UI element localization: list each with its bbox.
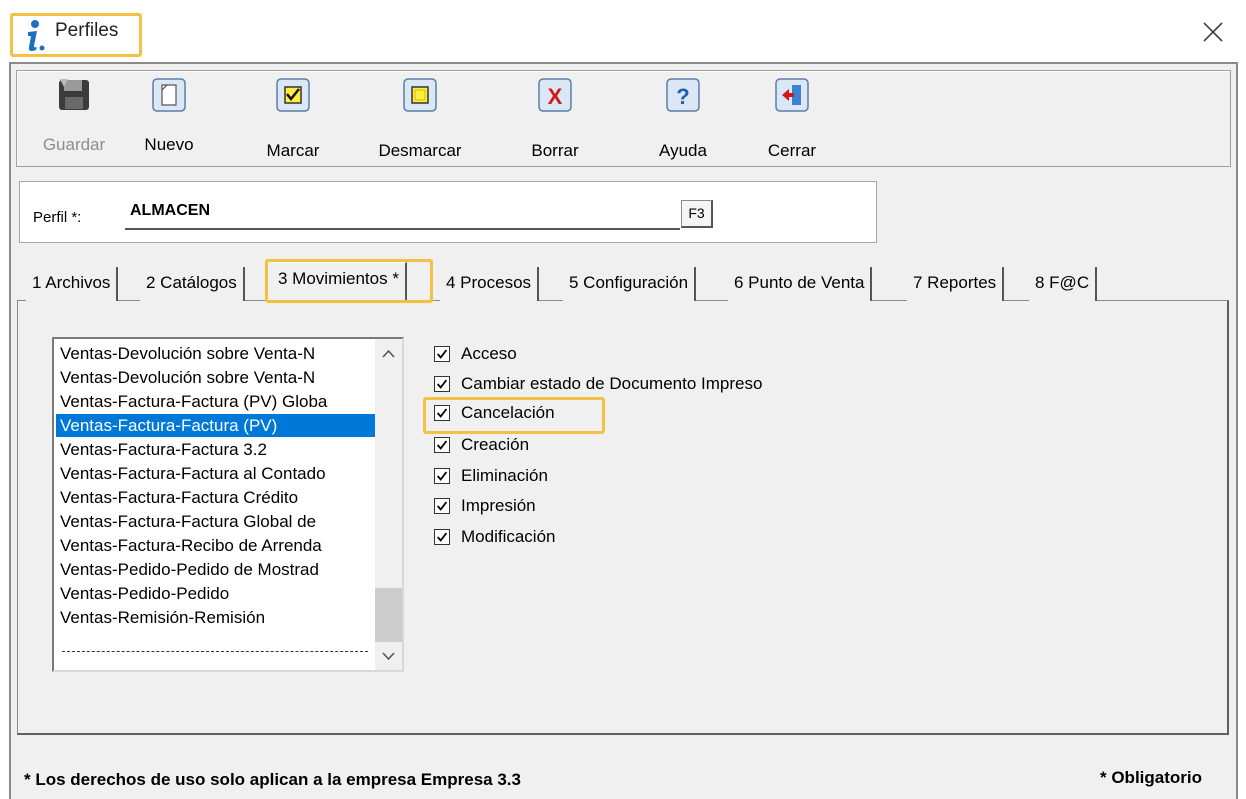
- desmarcar-button[interactable]: Desmarcar: [365, 71, 475, 166]
- uncheck-icon: [403, 78, 437, 112]
- list-item[interactable]: Ventas-Devolución sobre Venta-N: [60, 342, 376, 365]
- active-tab-highlight: [265, 259, 433, 303]
- list-separator: [62, 651, 368, 652]
- svg-text:X: X: [548, 84, 563, 109]
- app-info-icon: [28, 20, 45, 51]
- chevron-up-icon[interactable]: [375, 339, 402, 367]
- checkbox-checked-icon: [434, 529, 450, 545]
- marcar-button[interactable]: Marcar: [257, 71, 329, 166]
- list-item[interactable]: Ventas-Factura-Factura (PV) Globa: [60, 390, 376, 413]
- checkbox-checked-icon: [434, 468, 450, 484]
- checkbox-checked-icon: [434, 376, 450, 392]
- delete-x-icon: X: [538, 78, 572, 112]
- toolbar: Guardar Nuevo Marcar Desmarcar X Borrar: [16, 70, 1231, 167]
- list-item[interactable]: Ventas-Pedido-Pedido de Mostrad: [60, 558, 376, 581]
- svg-text:?: ?: [676, 84, 689, 109]
- checkbox-label: Modificación: [461, 527, 556, 546]
- chevron-down-icon[interactable]: [375, 642, 402, 670]
- borrar-button[interactable]: X Borrar: [522, 71, 588, 166]
- list-item[interactable]: Ventas-Factura-Recibo de Arrenda: [60, 534, 376, 557]
- borrar-label: Borrar: [531, 141, 579, 160]
- marcar-label: Marcar: [266, 141, 320, 160]
- checkbox-checked-icon: [434, 437, 450, 453]
- exit-door-icon: [775, 78, 809, 112]
- nuevo-button[interactable]: Nuevo: [135, 71, 203, 166]
- checkbox-label: Acceso: [461, 344, 517, 363]
- list-item[interactable]: Ventas-Factura-Factura Global de: [60, 510, 376, 533]
- checkbox-checked-icon: [434, 346, 450, 362]
- save-disk-icon: [59, 79, 89, 110]
- tab-reportes[interactable]: 7 Reportes: [907, 267, 1005, 301]
- perfil-input[interactable]: ALMACEN: [125, 200, 680, 230]
- perfil-lookup-button[interactable]: F3: [681, 200, 713, 228]
- list-item[interactable]: Ventas-Pedido-Pedido: [60, 582, 376, 605]
- help-question-icon: ?: [666, 78, 700, 112]
- ayuda-button[interactable]: ? Ayuda: [646, 71, 720, 166]
- checkbox-label: Impresión: [461, 496, 536, 515]
- list-item[interactable]: Ventas-Remisión-Remisión: [60, 606, 376, 629]
- check-mark-icon: [276, 78, 310, 112]
- new-document-icon: [152, 78, 186, 112]
- tab-catalogos[interactable]: 2 Catálogos: [140, 267, 245, 301]
- cerrar-button[interactable]: Cerrar: [756, 71, 828, 166]
- tab-fac[interactable]: 8 F@C: [1029, 267, 1098, 301]
- list-scrollbar[interactable]: [375, 339, 402, 670]
- list-item[interactable]: Ventas-Factura-Factura 3.2: [60, 438, 376, 461]
- list-item[interactable]: Ventas-Factura-Factura al Contado: [60, 462, 376, 485]
- list-item[interactable]: Ventas-Factura-Factura Crédito: [60, 486, 376, 509]
- guardar-label: Guardar: [42, 135, 106, 154]
- checkbox-label: Eliminación: [461, 466, 548, 485]
- nuevo-label: Nuevo: [144, 135, 194, 154]
- window-title: Perfiles: [55, 20, 119, 41]
- cerrar-label: Cerrar: [767, 141, 817, 160]
- checkbox-label: Cambiar estado de Documento Impreso: [461, 374, 763, 393]
- title-bar: [0, 0, 1246, 62]
- checkbox-label: Creación: [461, 435, 530, 454]
- tab-procesos[interactable]: 4 Procesos: [440, 267, 540, 301]
- tab-punto-de-venta[interactable]: 6 Punto de Venta: [728, 267, 873, 301]
- checkbox-checked-icon: [434, 498, 450, 514]
- ayuda-label: Ayuda: [659, 141, 707, 160]
- footer-note: * Los derechos de uso solo aplican a la …: [24, 770, 521, 789]
- desmarcar-label: Desmarcar: [378, 141, 462, 160]
- close-icon[interactable]: [1194, 13, 1232, 51]
- list-item[interactable]: Ventas-Devolución sobre Venta-N: [60, 366, 376, 389]
- tab-archivos[interactable]: 1 Archivos: [26, 267, 119, 301]
- perfil-label: Perfil *:: [33, 209, 82, 226]
- cancelacion-highlight: [423, 397, 605, 434]
- list-item-selected[interactable]: Ventas-Factura-Factura (PV): [56, 414, 376, 437]
- required-note: * Obligatorio: [1100, 768, 1202, 787]
- tab-configuracion[interactable]: 5 Configuración: [563, 267, 697, 301]
- scroll-thumb[interactable]: [375, 588, 402, 642]
- documents-listbox[interactable]: Ventas-Devolución sobre Venta-N Ventas-D…: [52, 337, 404, 672]
- guardar-button[interactable]: Guardar: [33, 71, 115, 166]
